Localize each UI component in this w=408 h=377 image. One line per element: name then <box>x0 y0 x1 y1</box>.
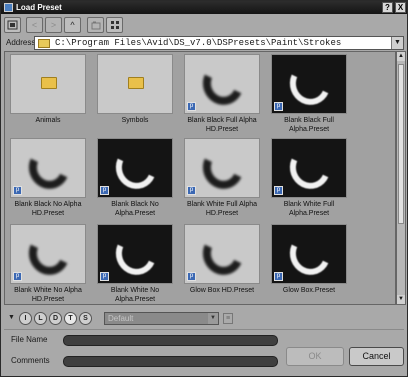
preset-thumbnail: p <box>97 138 173 198</box>
item-label: Blank White Full Alpha.Preset <box>283 201 335 217</box>
filter-s-button[interactable]: S <box>79 312 92 325</box>
view-mode-button[interactable] <box>106 17 123 33</box>
filter-l-button[interactable]: L <box>34 312 47 325</box>
address-field[interactable]: C:\Program Files\Avid\DS_v7.0\DSPresets\… <box>34 36 404 50</box>
filter-options-icon[interactable]: ≡ <box>223 313 233 324</box>
folder-thumbnail <box>10 54 86 114</box>
help-button[interactable]: ? <box>382 2 393 13</box>
preset-thumbnail: p <box>97 224 173 284</box>
preset-badge-icon: p <box>274 186 283 195</box>
filter-i-button[interactable]: I <box>19 312 32 325</box>
address-dropdown-button[interactable]: ▼ <box>391 37 403 49</box>
up-icon: ^ <box>70 20 75 30</box>
load-preset-dialog: Load Preset ? X < > ^ Address C:\Program… <box>0 0 408 377</box>
preset-badge-icon: p <box>187 186 196 195</box>
title-bar: Load Preset ? X <box>1 1 407 14</box>
comments-field[interactable] <box>63 356 278 367</box>
filter-expand-icon[interactable]: ▼ <box>7 312 16 325</box>
divider <box>4 329 404 330</box>
folder-icon <box>41 77 57 89</box>
scroll-down-icon[interactable]: ▼ <box>397 295 405 304</box>
item-label: Glow Box HD.Preset <box>189 287 255 294</box>
folder-thumbnail <box>97 54 173 114</box>
item-label: Blank White Full Alpha HD.Preset <box>186 201 258 217</box>
preset-badge-icon: p <box>100 272 109 281</box>
preset-badge-icon: p <box>274 102 283 111</box>
preset-browser[interactable]: Animals Symbols p Blank Black Full Alpha… <box>4 51 396 305</box>
preset-badge-icon: p <box>13 272 22 281</box>
file-name-field[interactable] <box>63 335 278 346</box>
brush-stroke-preview <box>110 141 162 195</box>
item-label: Blank Black No Alpha.Preset <box>111 201 159 217</box>
preset-thumbnail: p <box>271 54 347 114</box>
folder-icon <box>38 39 50 48</box>
address-label: Address <box>6 38 36 47</box>
preset-thumbnail: p <box>271 224 347 284</box>
address-path: C:\Program Files\Avid\DS_v7.0\DSPresets\… <box>55 38 342 48</box>
up-folder-button[interactable]: ^ <box>64 17 81 33</box>
filter-row: ▼ I L D T S Default ▼ ≡ <box>4 312 404 326</box>
cancel-button[interactable]: Cancel <box>349 347 404 366</box>
preset-thumbnail: p <box>10 224 86 284</box>
scroll-up-icon[interactable]: ▲ <box>397 52 405 61</box>
brush-stroke-preview <box>23 141 75 195</box>
new-folder-button[interactable] <box>87 17 104 33</box>
brush-stroke-preview <box>110 227 162 281</box>
item-label: Glow Box.Preset <box>282 287 336 294</box>
brush-stroke-preview <box>23 227 75 281</box>
filter-t-button[interactable]: T <box>64 312 77 325</box>
app-icon <box>4 3 13 12</box>
preset-thumbnail: p <box>10 138 86 198</box>
window-title: Load Preset <box>16 3 62 12</box>
folder-icon <box>128 77 144 89</box>
brush-stroke-preview <box>284 141 336 195</box>
ok-button[interactable]: OK <box>286 347 344 366</box>
toolbar: < > ^ <box>4 17 404 33</box>
recent-places-icon <box>7 20 18 30</box>
preset-badge-icon: p <box>274 272 283 281</box>
preset-filter-dropdown[interactable]: Default ▼ <box>104 312 219 325</box>
preset-badge-icon: p <box>187 272 196 281</box>
brush-stroke-preview <box>284 57 336 111</box>
preset-thumbnail: p <box>271 138 347 198</box>
scroll-thumb[interactable] <box>398 64 404 224</box>
back-button[interactable]: < <box>26 17 43 33</box>
address-row: Address C:\Program Files\Avid\DS_v7.0\DS… <box>4 36 404 50</box>
brush-stroke-preview <box>197 57 249 111</box>
preset-thumbnail: p <box>184 138 260 198</box>
preset-badge-icon: p <box>100 186 109 195</box>
preset-badge-icon: p <box>187 102 196 111</box>
recent-places-button[interactable] <box>4 17 21 33</box>
new-folder-icon <box>91 21 100 30</box>
item-label: Animals <box>35 117 61 124</box>
vertical-scrollbar[interactable]: ▲ ▼ <box>396 51 406 305</box>
preset-filter-value: Default <box>108 314 134 323</box>
brush-stroke-preview <box>197 227 249 281</box>
item-label: Blank White No Alpha HD.Preset <box>14 287 82 303</box>
forward-icon: > <box>50 20 57 30</box>
grid-view-icon <box>110 21 119 29</box>
brush-stroke-preview <box>197 141 249 195</box>
filter-d-button[interactable]: D <box>49 312 62 325</box>
preset-thumbnail: p <box>184 54 260 114</box>
forward-button[interactable]: > <box>45 17 62 33</box>
preset-badge-icon: p <box>13 186 22 195</box>
preset-thumbnail: p <box>184 224 260 284</box>
item-label: Blank Black Full Alpha HD.Preset <box>187 117 257 133</box>
chevron-down-icon: ▼ <box>208 313 218 324</box>
item-label: Blank Black Full Alpha.Preset <box>284 117 334 133</box>
item-label: Symbols <box>121 117 149 124</box>
file-name-label: File Name <box>11 335 48 344</box>
item-label: Blank Black No Alpha HD.Preset <box>14 201 82 217</box>
comments-label: Comments <box>11 356 50 365</box>
close-button[interactable]: X <box>395 2 406 13</box>
item-label: Blank White No Alpha.Preset <box>110 287 160 303</box>
back-icon: < <box>31 20 38 30</box>
brush-stroke-preview <box>284 227 336 281</box>
